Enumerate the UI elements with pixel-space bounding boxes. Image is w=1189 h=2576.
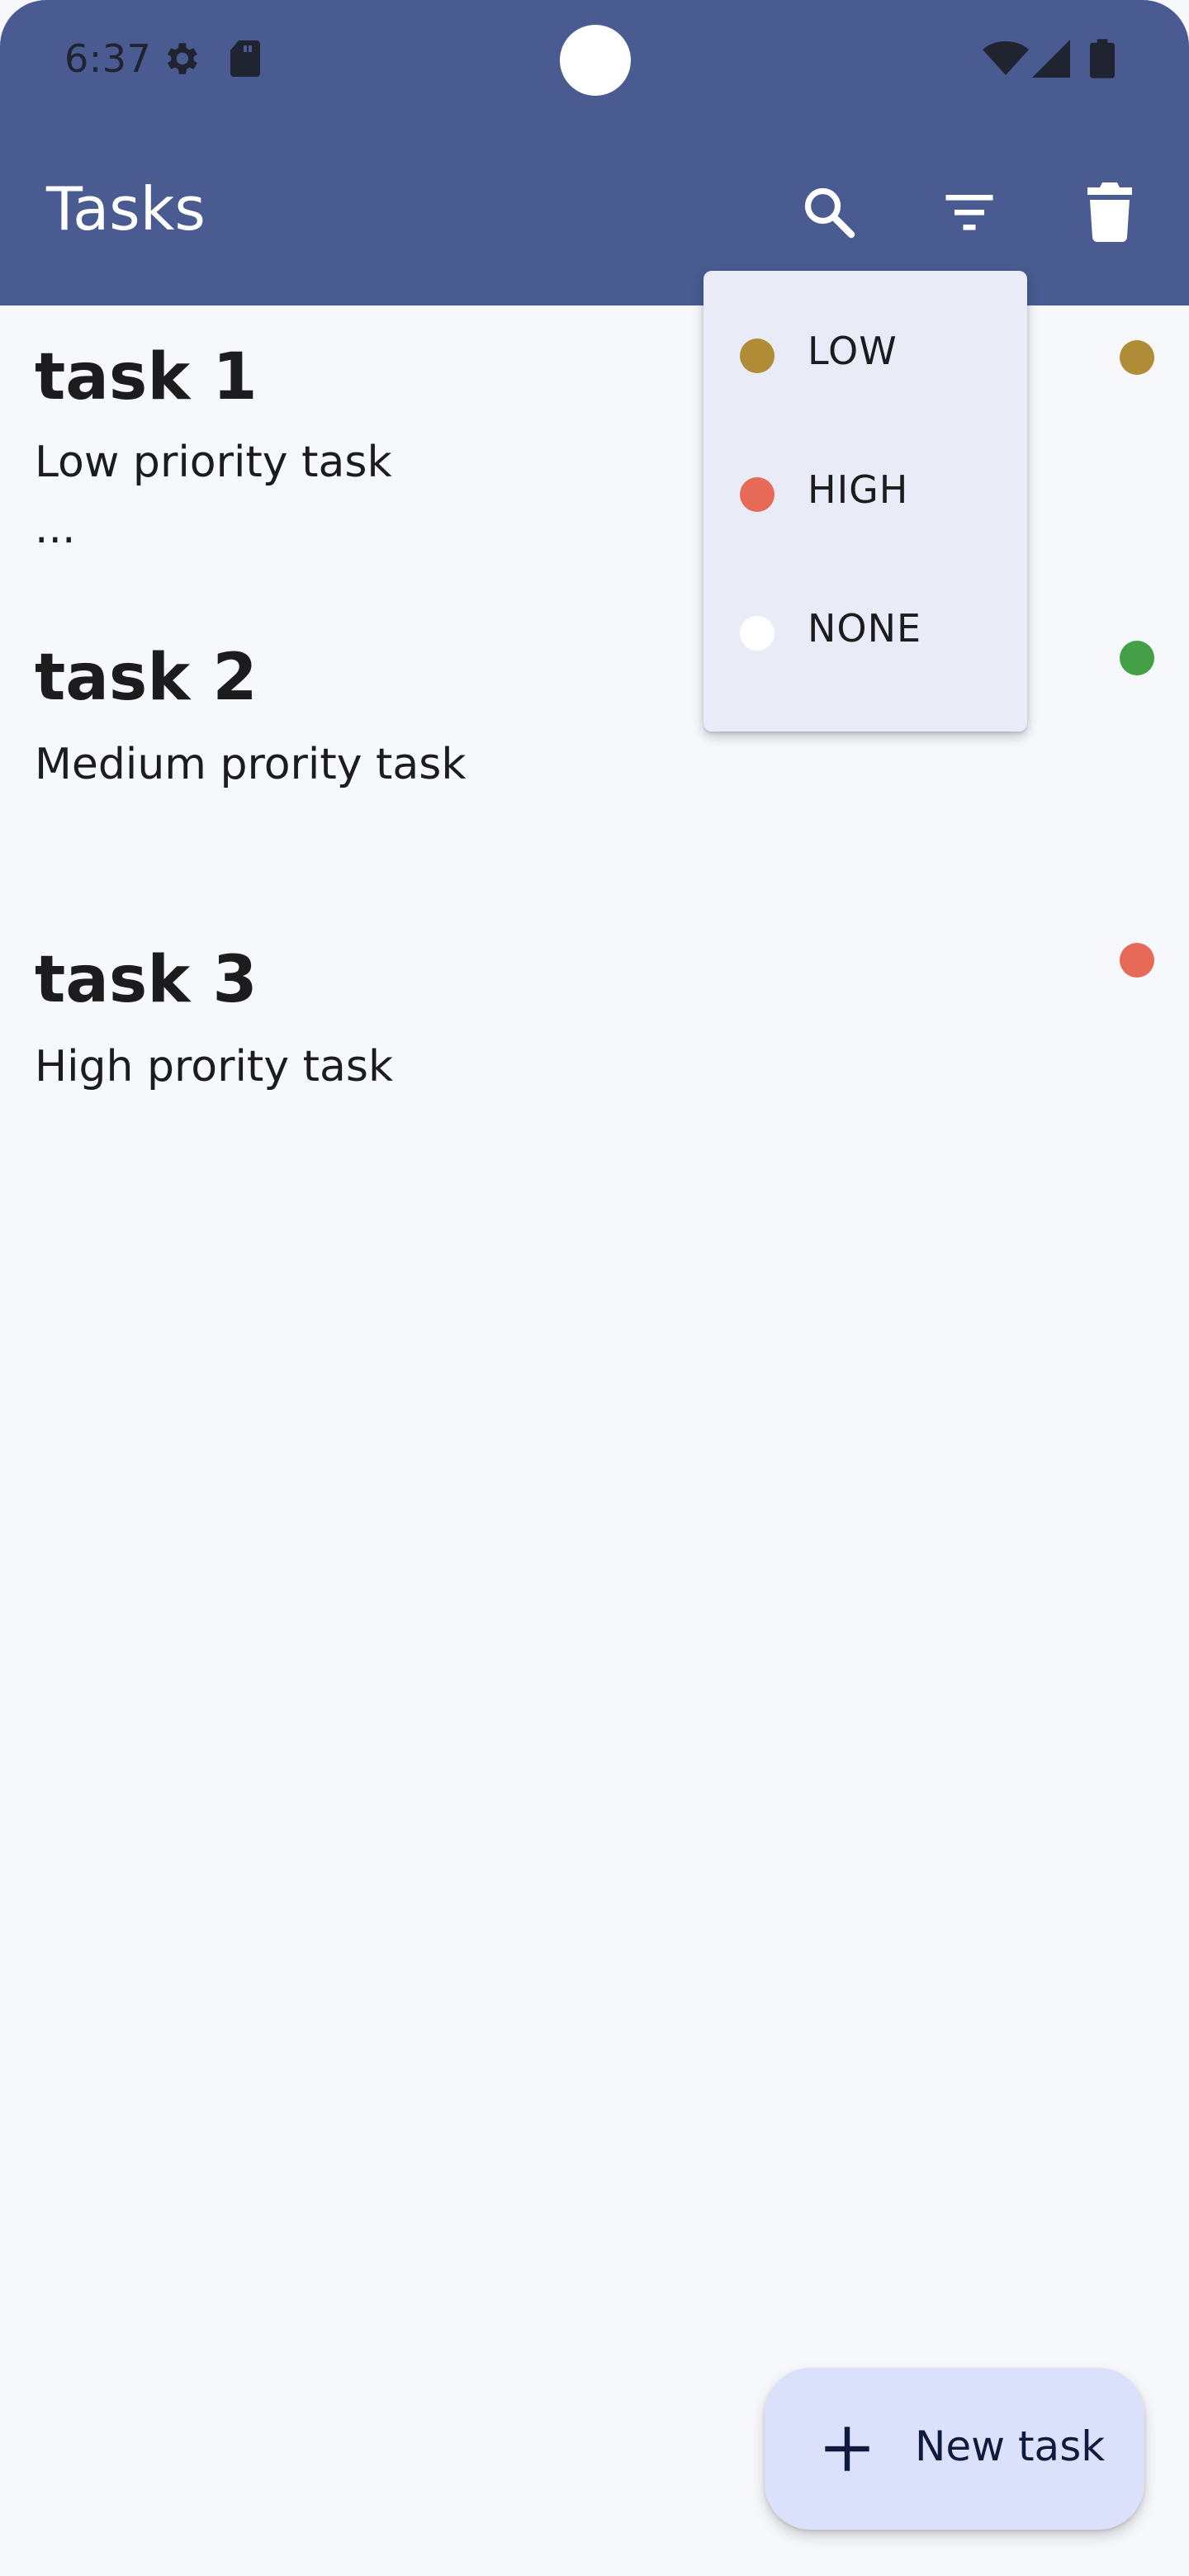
new-task-label: New task: [915, 2422, 1106, 2470]
app-bar: Tasks: [0, 153, 1189, 268]
task-title: task 2: [35, 641, 258, 715]
screen: 6:37 Tasks task 1 Low priority task ... …: [0, 0, 1189, 2576]
delete-icon: [1087, 182, 1132, 242]
sd-card-icon: [225, 38, 266, 79]
menu-item-label: HIGH: [808, 467, 909, 512]
task-ellipsis: ...: [35, 504, 76, 553]
menu-item-label: NONE: [808, 606, 922, 651]
menu-item-none[interactable]: NONE: [703, 563, 1027, 702]
new-task-button[interactable]: New task: [765, 2368, 1144, 2530]
wifi-icon: [983, 38, 1029, 79]
menu-item-label: LOW: [808, 329, 898, 373]
task-description: Medium prority task: [35, 740, 467, 789]
menu-item-high[interactable]: HIGH: [703, 424, 1027, 563]
priority-dot-icon: [740, 616, 775, 651]
status-bar: 6:37: [0, 0, 1189, 122]
priority-indicator: [1120, 641, 1154, 675]
battery-icon: [1082, 38, 1123, 79]
priority-filter-menu: LOW HIGH NONE: [703, 271, 1027, 732]
search-button[interactable]: [789, 173, 869, 252]
task-description: High prority task: [35, 1042, 394, 1091]
menu-item-low[interactable]: LOW: [703, 286, 1027, 424]
search-icon: [804, 187, 855, 239]
camera-cutout: [560, 25, 631, 96]
cellular-signal-icon: [1030, 38, 1072, 79]
priority-indicator: [1120, 943, 1154, 978]
delete-all-button[interactable]: [1070, 173, 1149, 252]
task-title: task 1: [35, 340, 258, 414]
status-time: 6:37: [64, 36, 152, 81]
priority-dot-icon: [740, 477, 775, 512]
priority-indicator: [1120, 340, 1154, 375]
settings-icon: [160, 38, 201, 79]
top-header: 6:37 Tasks: [0, 0, 1189, 305]
task-description: Low priority task: [35, 438, 392, 487]
task-title: task 3: [35, 943, 258, 1017]
filter-button[interactable]: [930, 173, 1009, 252]
page-title: Tasks: [46, 174, 206, 244]
add-icon: [825, 2427, 869, 2471]
priority-dot-icon: [740, 339, 775, 373]
task-item[interactable]: task 3 High prority task: [0, 908, 1189, 1205]
filter-icon: [945, 195, 993, 230]
